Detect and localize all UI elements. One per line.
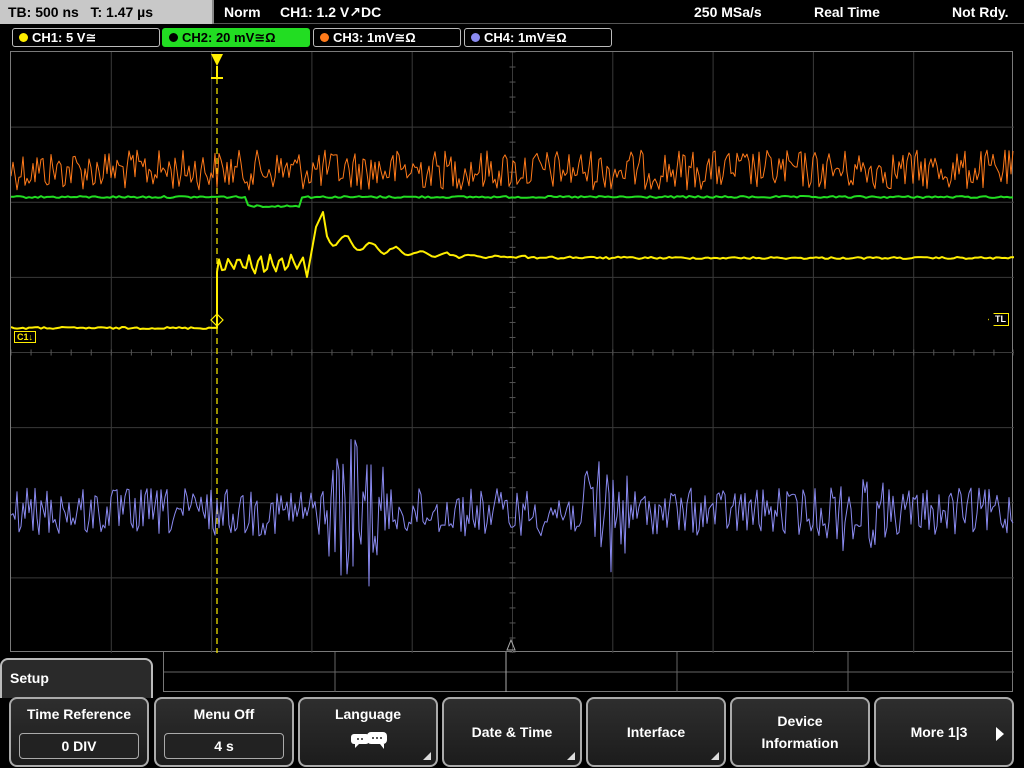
acquisition-state: Not Rdy.: [952, 4, 1009, 20]
waveform-display[interactable]: C1↓ TL: [10, 51, 1014, 653]
trigger-time-value: T: 1.47 µs: [90, 4, 154, 20]
time-reference-softkey[interactable]: Time Reference 0 DIV: [9, 697, 149, 767]
more-label: More 1|3: [910, 724, 968, 740]
ch3-label: CH3: 1mV≅Ω: [333, 30, 416, 45]
date-time-label: Date & Time: [471, 724, 553, 740]
trigger-position-icon: [211, 54, 223, 66]
center-marker-icon: [506, 638, 516, 651]
waveform-graticule: [11, 52, 1014, 653]
channel-tab-ch4[interactable]: CH4: 1mV≅Ω: [464, 28, 612, 47]
menu-off-value: 4 s: [164, 733, 284, 759]
ch2-label: CH2: 20 mV≅Ω: [182, 30, 276, 45]
submenu-corner-icon: [711, 752, 719, 760]
sample-rate: 250 MSa/s: [694, 4, 762, 20]
down-arrow-icon: ↓: [28, 332, 34, 342]
time-reference-label: Time Reference: [26, 706, 131, 722]
speech-bubbles-icon: [351, 732, 387, 749]
ch4-label: CH4: 1mV≅Ω: [484, 30, 567, 45]
status-bar: TB: 500 ns T: 1.47 µs Norm CH1: 1.2 V↗DC…: [0, 0, 1024, 25]
timebase-readout[interactable]: TB: 500 ns T: 1.47 µs: [0, 0, 214, 24]
trigger-level-label: TL: [995, 314, 1006, 324]
language-softkey[interactable]: Language: [298, 697, 438, 767]
trigger-source[interactable]: CH1: 1.2 V↗DC: [280, 0, 381, 24]
timebase-value: TB: 500 ns: [8, 4, 79, 20]
ch1-label: CH1: 5 V≅: [32, 30, 97, 45]
ch3-dot-icon: [320, 33, 329, 42]
channel-tab-ch2[interactable]: CH2: 20 mV≅Ω: [162, 28, 310, 47]
zoom-strip-graphic: [164, 652, 1014, 692]
graticule-grid: [11, 52, 1014, 653]
ch1-dot-icon: [19, 33, 28, 42]
trigger-coupling: DC: [360, 4, 382, 20]
interface-softkey[interactable]: Interface: [586, 697, 726, 767]
menu-title-tab: Setup: [0, 658, 153, 698]
menu-title: Setup: [10, 670, 49, 686]
acquisition-mode: Real Time: [814, 4, 880, 20]
ch4-dot-icon: [471, 33, 480, 42]
submenu-corner-icon: [423, 752, 431, 760]
trigger-mode[interactable]: Norm: [224, 0, 261, 24]
trigger-info: CH1: 1.2 V: [280, 4, 350, 20]
zoom-window-strip: [163, 652, 1014, 692]
ch1-reference-marker[interactable]: C1↓: [14, 331, 37, 343]
ch1-ref-label: C1: [17, 332, 29, 342]
ch2-dot-icon: [169, 33, 178, 42]
more-softkey[interactable]: More 1|3: [874, 697, 1014, 767]
time-reference-value: 0 DIV: [19, 733, 139, 759]
rising-edge-icon: ↗: [349, 4, 361, 20]
submenu-corner-icon: [567, 752, 575, 760]
next-page-arrow-icon: [996, 727, 1004, 741]
language-label: Language: [334, 706, 402, 722]
interface-label: Interface: [626, 724, 686, 740]
menu-off-label: Menu Off: [193, 706, 255, 722]
device-information-softkey[interactable]: Device Information: [730, 697, 870, 767]
menu-off-softkey[interactable]: Menu Off 4 s: [154, 697, 294, 767]
device-information-label: Device Information: [761, 713, 839, 751]
date-time-softkey[interactable]: Date & Time: [442, 697, 582, 767]
channel-tab-ch1[interactable]: CH1: 5 V≅: [12, 28, 160, 47]
channel-tab-ch3[interactable]: CH3: 1mV≅Ω: [313, 28, 461, 47]
